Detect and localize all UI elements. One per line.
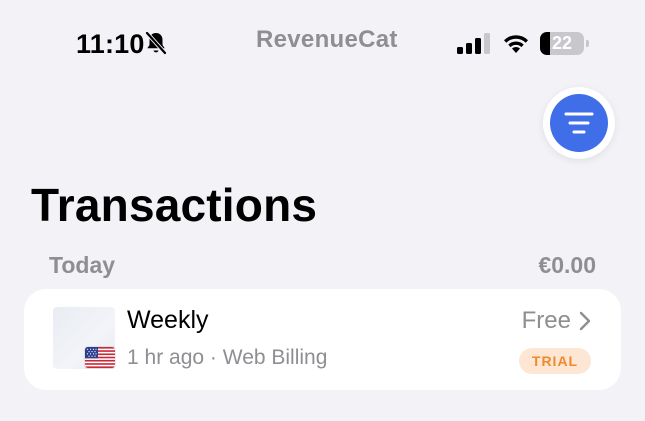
transaction-row[interactable]: Weekly 1 hr ago · Web Billing Free TRIAL [24, 289, 621, 390]
filter-button[interactable] [543, 87, 615, 159]
filter-icon [564, 112, 594, 134]
filter-button-inner[interactable] [550, 94, 608, 152]
transaction-time: 1 hr ago [127, 346, 205, 369]
battery-body: 22 [540, 32, 584, 55]
page-title: Transactions [31, 179, 318, 231]
transaction-source: Web Billing [222, 346, 328, 369]
wifi-icon [504, 35, 528, 53]
us-flag-icon [85, 347, 115, 368]
status-time: 11:10 [76, 29, 145, 59]
bell-slash-icon [145, 31, 167, 55]
section-label: Today [49, 252, 116, 278]
chevron-right-icon [579, 311, 591, 331]
signal-icon [457, 33, 490, 54]
trial-badge: TRIAL [519, 348, 591, 374]
battery-cap [586, 40, 589, 47]
transaction-meta: 1 hr ago · Web Billing [127, 346, 327, 370]
brand-logo: RevenueCat [256, 26, 398, 53]
transaction-name: Weekly [127, 306, 209, 334]
transaction-amount: Free [521, 307, 571, 334]
battery-level: 22 [551, 33, 573, 53]
meta-separator: · [209, 346, 217, 369]
battery-icon: 22 [540, 32, 590, 55]
section-total: €0.00 [538, 252, 596, 278]
